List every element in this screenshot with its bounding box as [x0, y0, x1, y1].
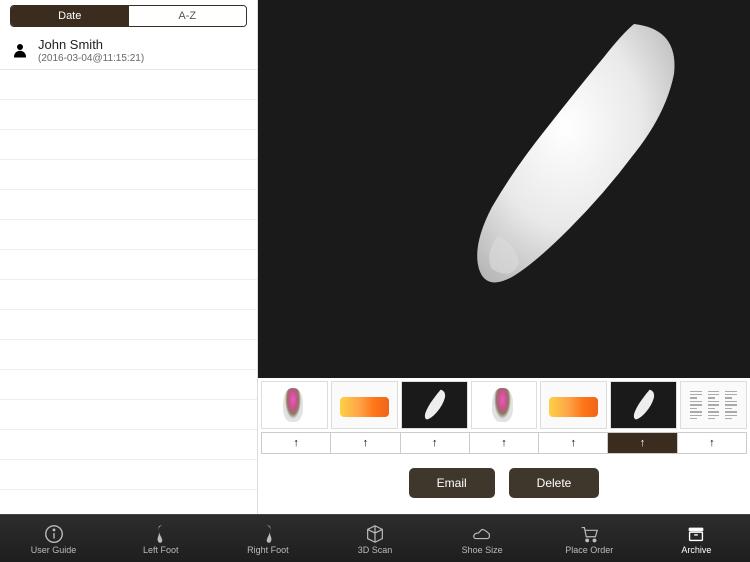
info-icon [43, 523, 65, 545]
content-panel: ↑ ↑ ↑ ↑ ↑ ↑ ↑ Email Delete [258, 0, 750, 514]
empty-row [0, 280, 257, 310]
thumbnail-arrow-row: ↑ ↑ ↑ ↑ ↑ ↑ ↑ [261, 432, 747, 454]
arrow-up-icon: ↑ [293, 437, 299, 449]
record-name: John Smith [38, 37, 144, 53]
nav-label: Right Foot [247, 546, 289, 555]
nav-label: 3D Scan [358, 546, 393, 555]
nav-archive[interactable]: Archive [643, 515, 750, 562]
arrow-up-icon: ↑ [363, 437, 369, 449]
thumbnail-pressure[interactable] [471, 381, 538, 429]
nav-right-foot[interactable]: Right Foot [214, 515, 321, 562]
empty-row [0, 100, 257, 130]
record-list[interactable]: John Smith (2016-03-04@11:15:21) [0, 32, 257, 514]
delete-button[interactable]: Delete [509, 468, 600, 498]
nav-label: Place Order [565, 546, 613, 555]
nav-shoe-size[interactable]: Shoe Size [429, 515, 536, 562]
empty-row [0, 250, 257, 280]
records-sidebar: Date A-Z John Smith (2016-03-04@11:15:21… [0, 0, 258, 514]
sort-segmented-control: Date A-Z [10, 5, 247, 27]
empty-row [0, 460, 257, 490]
nav-label: Archive [681, 546, 711, 555]
nav-left-foot[interactable]: Left Foot [107, 515, 214, 562]
empty-row [0, 370, 257, 400]
record-row[interactable]: John Smith (2016-03-04@11:15:21) [0, 32, 257, 70]
foot-l-icon [150, 523, 172, 545]
person-icon [10, 40, 30, 60]
nav-label: User Guide [31, 546, 77, 555]
thumbnail-report[interactable] [680, 381, 747, 429]
arrow-up-icon: ↑ [432, 437, 438, 449]
arrow-up-button[interactable]: ↑ [262, 433, 331, 453]
empty-row [0, 400, 257, 430]
empty-row [0, 430, 257, 460]
3d-viewer[interactable] [258, 0, 750, 378]
sort-az-tab[interactable]: A-Z [129, 6, 247, 26]
thumbnail-heatmap[interactable] [540, 381, 607, 429]
bottom-nav: User Guide Left Foot Right Foot 3D Scan Shoe… [0, 514, 750, 562]
thumbnail-scan[interactable] [610, 381, 677, 429]
empty-row [0, 310, 257, 340]
sort-date-tab[interactable]: Date [11, 6, 129, 26]
nav-3d-scan[interactable]: 3D Scan [321, 515, 428, 562]
thumbnail-scan[interactable] [401, 381, 468, 429]
action-bar: Email Delete [258, 454, 750, 514]
thumbnail-heatmap[interactable] [331, 381, 398, 429]
email-button[interactable]: Email [409, 468, 495, 498]
nav-place-order[interactable]: Place Order [536, 515, 643, 562]
foot-r-icon [257, 523, 279, 545]
empty-row [0, 190, 257, 220]
cube-icon [364, 523, 386, 545]
nav-label: Left Foot [143, 546, 179, 555]
foot-model [404, 9, 684, 309]
arrow-up-button[interactable]: ↑ [470, 433, 539, 453]
nav-user-guide[interactable]: User Guide [0, 515, 107, 562]
arrow-up-button[interactable]: ↑ [678, 433, 746, 453]
thumbnail-strip [258, 378, 750, 432]
arrow-up-icon: ↑ [571, 437, 577, 449]
nav-label: Shoe Size [462, 546, 503, 555]
empty-row [0, 70, 257, 100]
arrow-up-button[interactable]: ↑ [401, 433, 470, 453]
cart-icon [578, 523, 600, 545]
arrow-up-button[interactable]: ↑ [539, 433, 608, 453]
thumbnail-pressure[interactable] [261, 381, 328, 429]
empty-row [0, 220, 257, 250]
archive-icon [685, 523, 707, 545]
empty-row [0, 130, 257, 160]
arrow-up-icon: ↑ [709, 437, 715, 449]
arrow-up-icon: ↑ [501, 437, 507, 449]
record-timestamp: (2016-03-04@11:15:21) [38, 53, 144, 64]
shoe-icon [471, 523, 493, 545]
arrow-up-button[interactable]: ↑ [331, 433, 400, 453]
arrow-up-button[interactable]: ↑ [608, 433, 677, 453]
empty-row [0, 160, 257, 190]
empty-row [0, 340, 257, 370]
arrow-up-icon: ↑ [640, 437, 646, 449]
